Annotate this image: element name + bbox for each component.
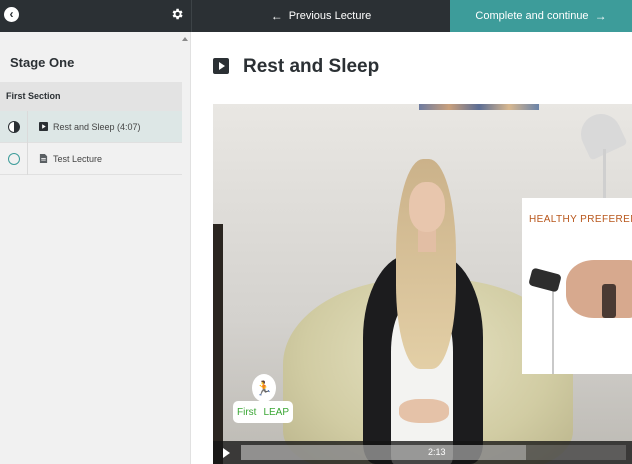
overlay-watch: [602, 284, 616, 318]
half-circle-progress-icon: [7, 120, 20, 133]
previous-lecture-button[interactable]: ← Previous Lecture: [191, 0, 450, 32]
video-icon: [39, 122, 48, 131]
video-player[interactable]: HEALTHY PREFERENC 🏃 First LEAP 2:13: [213, 104, 632, 464]
lecture-title: Rest and Sleep: [243, 56, 380, 77]
chevron-left-icon[interactable]: ‹: [4, 7, 19, 22]
buffer-fill: [241, 445, 526, 460]
arrow-right-icon: →: [594, 9, 607, 23]
logo-word-first: First: [236, 406, 257, 418]
presenter-face: [409, 182, 445, 232]
lecture-label: Test Lecture: [53, 153, 103, 164]
lecture-label: Rest and Sleep (4:07): [53, 121, 141, 132]
overlay-phone: [528, 267, 562, 293]
complete-continue-button[interactable]: Complete and continue →: [450, 0, 632, 32]
empty-circle-icon: [7, 152, 20, 165]
stage-title: Stage One: [10, 55, 75, 70]
course-sidebar: Stage One First Section Rest and Sleep (…: [0, 32, 191, 464]
document-icon: [39, 154, 48, 163]
current-time: 2:13: [428, 447, 446, 457]
video-lecture-icon: [213, 58, 229, 74]
logo-word-leap: LEAP: [263, 406, 290, 418]
top-bar: ‹ ← Previous Lecture Complete and contin…: [0, 0, 632, 32]
overlay-hand: [566, 260, 632, 318]
video-overlay-card: HEALTHY PREFERENC: [522, 198, 632, 374]
top-bar-left: ‹: [0, 0, 191, 32]
presenter-hands: [399, 399, 449, 423]
scroll-up-arrow-icon[interactable]: [182, 37, 188, 41]
picture-frames: [419, 104, 539, 110]
lecture-status: [0, 110, 28, 143]
previous-lecture-label: Previous Lecture: [288, 10, 372, 22]
section-title: First Section: [0, 82, 182, 111]
complete-continue-label: Complete and continue: [475, 10, 589, 22]
runner-icon: 🏃: [252, 374, 276, 402]
lecture-status: [0, 142, 28, 175]
sidebar-item-rest-and-sleep[interactable]: Rest and Sleep (4:07): [0, 110, 182, 143]
guitar: [213, 224, 223, 464]
overlay-title: HEALTHY PREFERENC: [529, 214, 632, 225]
play-icon[interactable]: [223, 448, 230, 458]
lecture-content: Rest and Sleep HEALTHY PREFERENC 🏃 First…: [192, 32, 632, 464]
sidebar-item-test-lecture[interactable]: Test Lecture: [0, 142, 182, 175]
arrow-left-icon: ←: [270, 9, 283, 23]
sidebar-scrollbar[interactable]: [182, 32, 190, 464]
first-leap-logo: 🏃 First LEAP: [233, 374, 295, 430]
logo-text: First LEAP: [233, 401, 293, 423]
video-controls: 2:13: [213, 441, 632, 464]
overlay-wire: [552, 290, 554, 374]
gear-icon[interactable]: [170, 7, 184, 21]
